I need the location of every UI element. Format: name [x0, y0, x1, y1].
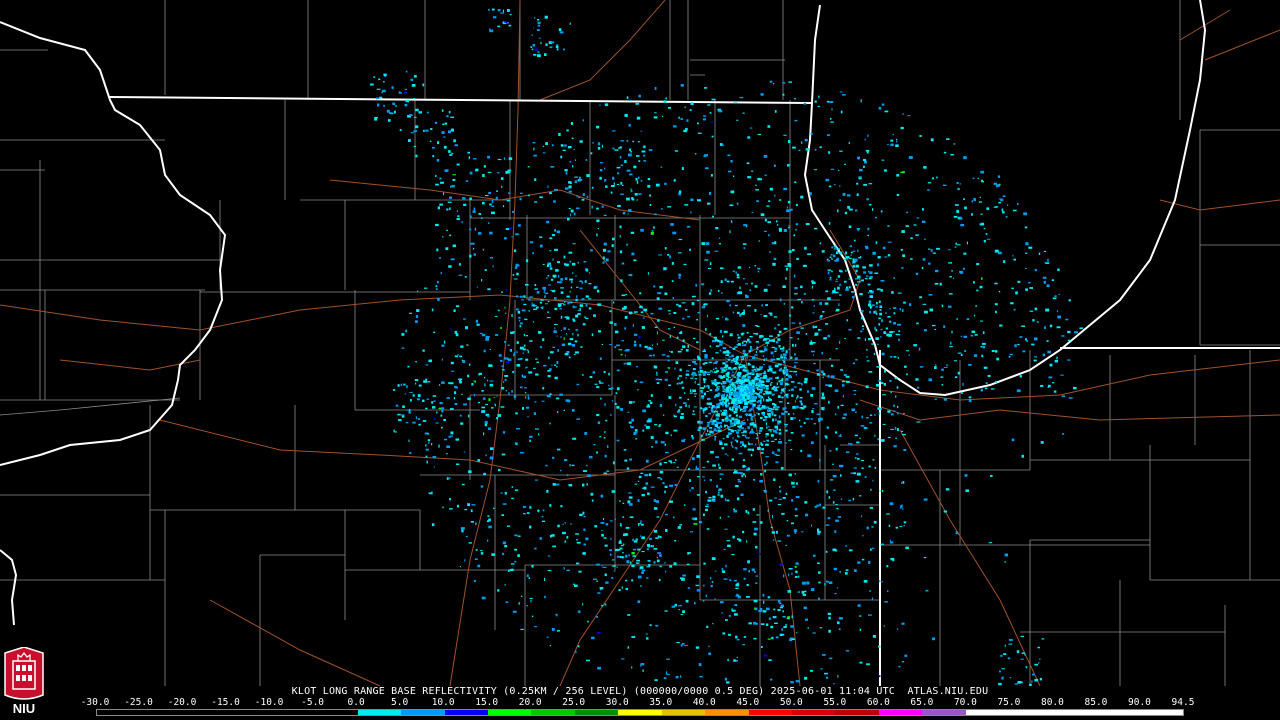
scale-label: -25.0 [124, 697, 153, 708]
scale-segment [922, 710, 966, 715]
scale-segment [314, 710, 358, 715]
scale-label: -5.0 [301, 697, 325, 708]
scale-segment [227, 710, 271, 715]
scale-segment [835, 710, 879, 715]
product-caption: KLOT LONG RANGE BASE REFLECTIVITY (0.25K… [291, 686, 989, 697]
radar-display: KLOT LONG RANGE BASE REFLECTIVITY (0.25K… [0, 0, 1280, 720]
scale-segment [1052, 710, 1097, 715]
scale-label: 30.0 [605, 697, 629, 708]
scale-label: 65.0 [910, 697, 934, 708]
scale-segment [270, 710, 315, 715]
scale-segment [618, 710, 662, 715]
scale-segment [574, 710, 619, 715]
scale-segment [705, 710, 749, 715]
scale-label: 25.0 [562, 697, 586, 708]
scale-label: 90.0 [1128, 697, 1151, 708]
scale-labels: -30.0 -25.0 -20.0 -15.0 -10.0 -5.0 0.0 5.0 10.0 1… [81, 697, 1195, 709]
scale-segment [878, 710, 923, 715]
scale-segment [1139, 710, 1183, 715]
scale-segment [487, 710, 532, 715]
scale-segment [97, 710, 141, 715]
scale-segment [183, 710, 228, 715]
scale-segment [531, 710, 575, 715]
radar-map [0, 0, 1280, 686]
scale-label: 45.0 [736, 697, 760, 708]
county-boundaries [0, 0, 1280, 686]
highway-lines [0, 0, 1280, 686]
scale-label: -20.0 [167, 697, 197, 708]
scale-segment [444, 710, 488, 715]
scale-label: -15.0 [211, 697, 240, 708]
scale-label: -10.0 [254, 697, 284, 708]
scale-label: 85.0 [1084, 697, 1108, 708]
scale-label: 75.0 [997, 697, 1021, 708]
scale-label: 35.0 [649, 697, 673, 708]
scale-segment [965, 710, 1010, 715]
scale-segment [357, 710, 402, 715]
color-scale-bar [96, 709, 1184, 716]
state-boundaries [0, 0, 1280, 686]
scale-segment [792, 710, 836, 715]
scale-label: 55.0 [823, 697, 847, 708]
scale-segment [401, 710, 445, 715]
scale-segment [661, 710, 706, 715]
scale-label: 40.0 [692, 697, 716, 708]
radar-site-marker [740, 388, 744, 392]
scale-label: 10.0 [431, 697, 455, 708]
scale-label: 70.0 [953, 697, 977, 708]
scale-label: 94.5 [1171, 697, 1195, 708]
scale-label: 80.0 [1040, 697, 1064, 708]
scale-label: 20.0 [518, 697, 542, 708]
scale-segment [748, 710, 792, 715]
niu-logo: NIU [4, 647, 44, 716]
logo-text: NIU [13, 701, 35, 716]
reflectivity-echoes [370, 8, 1084, 686]
scale-segment [1009, 710, 1053, 715]
scale-label: 50.0 [779, 697, 803, 708]
scale-label: 0.0 [347, 697, 365, 708]
scale-label: 5.0 [391, 697, 409, 708]
scale-label: 60.0 [866, 697, 890, 708]
scale-label: -30.0 [80, 697, 110, 708]
scale-segment [1096, 710, 1140, 715]
scale-segment [140, 710, 184, 715]
scale-label: 15.0 [475, 697, 499, 708]
